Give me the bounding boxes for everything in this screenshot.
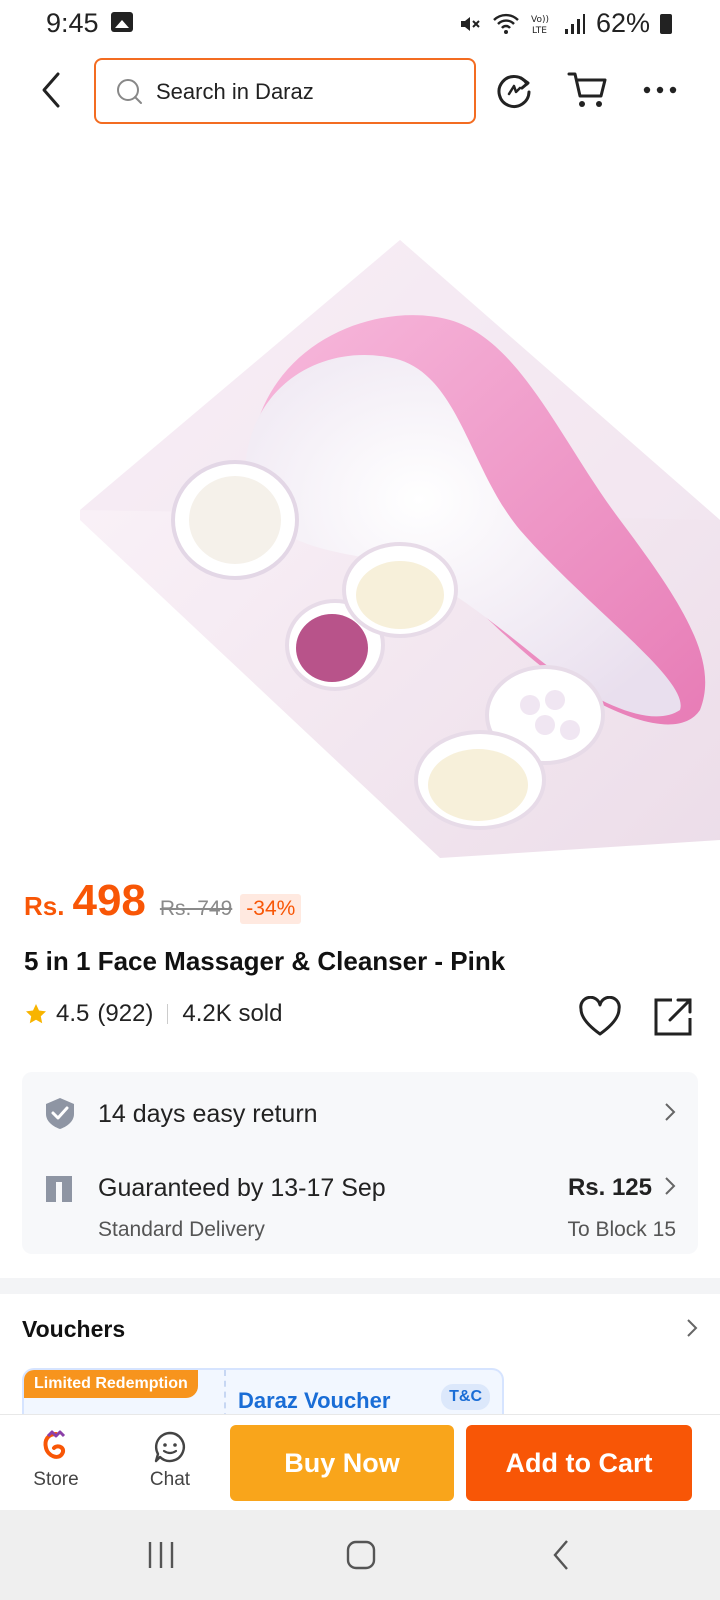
- divider: [167, 1004, 169, 1024]
- refresh-icon: [497, 75, 531, 108]
- price-currency: Rs.: [24, 891, 65, 921]
- buy-now-button[interactable]: Buy Now: [230, 1425, 454, 1501]
- svg-text:Vo)): Vo)): [531, 15, 549, 25]
- cart-button[interactable]: [564, 66, 612, 114]
- battery-icon: [660, 13, 672, 34]
- original-price: Rs. 749: [159, 897, 233, 920]
- back-button[interactable]: [32, 68, 72, 112]
- status-icons: Vo)) LTE 62%: [458, 8, 672, 39]
- delivery-fee: Rs. 125: [567, 1174, 652, 1201]
- delivery-row[interactable]: Guaranteed by 13-17 Sep Standard Deliver…: [22, 1154, 698, 1254]
- status-time: 9:45: [46, 8, 99, 38]
- voucher-terms-button[interactable]: T&C: [441, 1384, 490, 1410]
- store-button[interactable]: Store: [16, 1429, 96, 1491]
- rating-value: 4.5: [56, 1000, 90, 1027]
- store-icon: [43, 1430, 66, 1459]
- product-photo: [80, 240, 720, 858]
- delivery-type: Standard Delivery: [98, 1218, 265, 1241]
- heart-icon: [579, 995, 621, 1036]
- status-bar: 9:45 Vo)) LTE 62%: [0, 0, 720, 48]
- volte-icon: Vo))LTE: [531, 15, 549, 36]
- price-value: 498: [72, 876, 146, 925]
- system-back-icon: [553, 1540, 568, 1570]
- image-icon: [111, 12, 133, 32]
- product-title: 5 in 1 Face Massager & Cleanser - Pink: [24, 946, 506, 976]
- signal-icon: [564, 13, 585, 34]
- price-row: Rs. 498 Rs. 749 -34%: [24, 876, 302, 926]
- delivery-label: Guaranteed by 13-17 Sep: [98, 1174, 386, 1202]
- return-policy-label: 14 days easy return: [98, 1100, 318, 1128]
- voucher-tag: Limited Redemption: [24, 1370, 198, 1398]
- share-button[interactable]: [652, 994, 696, 1038]
- rating-row[interactable]: 4.5 (922) 4.2K sold: [24, 1000, 282, 1028]
- sold-count: 4.2K sold: [182, 1000, 283, 1027]
- star-icon: [26, 1004, 46, 1024]
- vouchers-title: Vouchers: [22, 1316, 126, 1342]
- voucher-name: Daraz Voucher: [238, 1388, 391, 1413]
- add-to-cart-button[interactable]: Add to Cart: [466, 1425, 692, 1501]
- product-image[interactable]: [0, 140, 720, 858]
- search-icon: [117, 79, 142, 104]
- delivery-location: To Block 15: [567, 1218, 676, 1241]
- cart-icon: [567, 72, 607, 107]
- recent-apps-button[interactable]: [136, 1535, 186, 1575]
- system-nav-bar: [0, 1510, 720, 1600]
- home-button[interactable]: [336, 1535, 386, 1575]
- mute-icon: [460, 16, 480, 31]
- rating-count: (922): [97, 1000, 154, 1027]
- section-divider: [0, 1278, 720, 1294]
- service-card: 14 days easy return Guaranteed by 13-17 …: [22, 1072, 698, 1254]
- refresh-button[interactable]: [490, 66, 538, 114]
- search-placeholder: Search in Daraz: [156, 79, 314, 104]
- wishlist-button[interactable]: [578, 995, 622, 1038]
- more-icon: [643, 86, 677, 94]
- shield-check-icon: [46, 1098, 74, 1129]
- more-button[interactable]: [636, 66, 684, 114]
- battery-level: 62%: [595, 8, 650, 38]
- recent-apps-icon: [148, 1542, 174, 1568]
- system-back-button[interactable]: [536, 1535, 586, 1575]
- share-icon: [654, 998, 692, 1036]
- vouchers-header[interactable]: Vouchers: [22, 1316, 698, 1343]
- chevron-right-icon: [665, 1103, 676, 1121]
- top-bar: Search in Daraz: [0, 56, 720, 124]
- back-icon: [42, 72, 60, 108]
- chat-label: Chat: [149, 1469, 191, 1490]
- chat-icon: [154, 1431, 185, 1463]
- action-bar: Store Chat Buy Now Add to Cart: [0, 1414, 720, 1510]
- chevron-right-icon: [687, 1319, 698, 1337]
- wifi-icon: [493, 13, 519, 34]
- store-label: Store: [33, 1469, 79, 1490]
- discount-badge: -34%: [240, 894, 302, 924]
- svg-text:LTE: LTE: [532, 26, 547, 36]
- home-icon: [346, 1540, 376, 1570]
- chevron-right-icon: [665, 1177, 676, 1195]
- chat-button[interactable]: Chat: [130, 1429, 210, 1491]
- package-icon: [46, 1176, 72, 1202]
- search-input[interactable]: Search in Daraz: [94, 58, 476, 124]
- return-policy-row[interactable]: 14 days easy return: [22, 1072, 698, 1154]
